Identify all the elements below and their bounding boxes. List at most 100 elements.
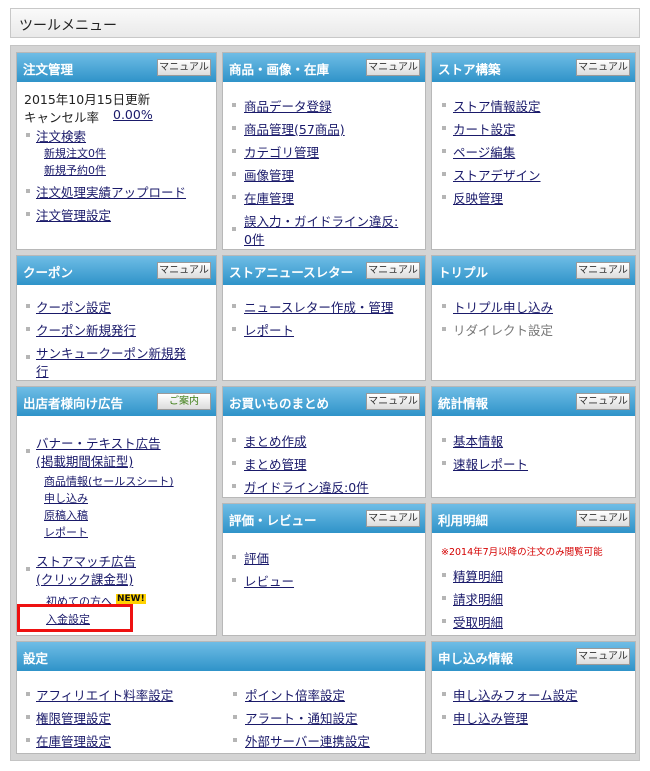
manual-button[interactable]: マニュアル: [576, 648, 630, 665]
product-link[interactable]: 商品データ登録: [244, 96, 332, 115]
bullet-icon: [232, 438, 236, 442]
manual-button[interactable]: マニュアル: [366, 393, 420, 410]
panel-title: 申し込み情報: [438, 651, 514, 666]
bullet-icon: [442, 573, 446, 577]
deposit-settings-link[interactable]: 入金設定: [46, 611, 90, 627]
redirect-settings-text: リダイレクト設定: [453, 323, 554, 338]
manual-button[interactable]: マニュアル: [157, 262, 211, 279]
usage-link[interactable]: 精算明細: [453, 566, 503, 585]
settings-link[interactable]: ポイント倍率設定: [245, 685, 345, 704]
panel-title: 利用明細: [438, 513, 489, 528]
panel-stats: 統計情報 マニュアル 基本情報 速報レポート: [431, 386, 636, 498]
bullet-icon: [442, 149, 446, 153]
store-link[interactable]: 反映管理: [453, 188, 503, 207]
bullet-icon: [26, 567, 30, 571]
product-link[interactable]: 在庫管理: [244, 188, 294, 207]
bullet-icon: [26, 738, 30, 742]
bullet-icon: [442, 327, 446, 331]
settings-link[interactable]: アラート・通知設定: [245, 708, 358, 727]
new-orders-link[interactable]: 新規注文0件: [44, 145, 106, 161]
coupon-settings-link[interactable]: クーポン設定: [36, 297, 111, 316]
product-link[interactable]: 商品管理(57商品): [244, 119, 345, 138]
manual-button[interactable]: マニュアル: [366, 510, 420, 527]
review-link[interactable]: レビュー: [244, 571, 294, 590]
matome-link[interactable]: まとめ作成: [244, 431, 307, 450]
bullet-icon: [232, 172, 236, 176]
usage-link[interactable]: 請求明細: [453, 589, 503, 608]
violation-link[interactable]: 誤入力・ガイドライン違反:: [244, 211, 398, 230]
order-settings-link[interactable]: 注文管理設定: [36, 205, 111, 224]
guide-button[interactable]: ご案内: [157, 393, 211, 410]
ads-sub-link[interactable]: 商品情報(セールスシート): [44, 473, 174, 489]
manual-button[interactable]: マニュアル: [576, 393, 630, 410]
panel-header: 利用明細 マニュアル: [432, 504, 635, 533]
matome-link[interactable]: ガイドライン違反:0件: [244, 477, 369, 496]
panel-header: ストアニュースレター マニュアル: [223, 256, 425, 285]
bullet-icon: [442, 126, 446, 130]
bullet-icon: [442, 619, 446, 623]
manual-button[interactable]: マニュアル: [576, 59, 630, 76]
panel-coupon: クーポン マニュアル クーポン設定 クーポン新規発行 サンキュークーポン新規発 …: [16, 255, 217, 381]
store-link[interactable]: ストア情報設定: [453, 96, 541, 115]
manual-button[interactable]: マニュアル: [366, 59, 420, 76]
banner-ad-link[interactable]: バナー・テキスト広告: [36, 433, 161, 452]
cancel-rate-link[interactable]: 0.00%: [113, 107, 153, 122]
application-link[interactable]: 申し込み管理: [453, 708, 528, 727]
bullet-icon: [26, 449, 30, 453]
new-reservations-link[interactable]: 新規予約0件: [44, 162, 106, 178]
triple-apply-link[interactable]: トリプル申し込み: [453, 297, 553, 316]
order-search-link[interactable]: 注文検索: [36, 126, 86, 145]
bullet-icon: [26, 133, 30, 137]
bullet-icon: [233, 738, 237, 742]
bullet-icon: [233, 715, 237, 719]
bullet-icon: [232, 327, 236, 331]
review-link[interactable]: 評価: [244, 548, 269, 567]
settings-link[interactable]: 権限管理設定: [36, 708, 111, 727]
thankyou-coupon-link[interactable]: サンキュークーポン新規発: [36, 343, 186, 362]
matome-link[interactable]: まとめ管理: [244, 454, 307, 473]
newsletter-link[interactable]: ニュースレター作成・管理: [244, 297, 393, 316]
manual-button[interactable]: マニュアル: [157, 59, 211, 76]
settings-link[interactable]: 外部サーバー連携設定: [245, 731, 370, 750]
product-link[interactable]: 画像管理: [244, 165, 294, 184]
coupon-issue-link[interactable]: クーポン新規発行: [36, 320, 136, 339]
order-upload-link[interactable]: 注文処理実績アップロード: [36, 182, 186, 201]
update-date: 2015年10月15日更新: [24, 92, 151, 107]
manual-button[interactable]: マニュアル: [576, 510, 630, 527]
store-link[interactable]: ページ編集: [453, 142, 515, 161]
bullet-icon: [26, 715, 30, 719]
panel-header: 商品・画像・在庫 マニュアル: [223, 53, 425, 82]
panel-header: 設定: [17, 642, 425, 671]
bullet-icon: [442, 103, 446, 107]
bullet-icon: [232, 227, 236, 231]
stats-link[interactable]: 速報レポート: [453, 454, 528, 473]
settings-link[interactable]: 在庫管理設定: [36, 731, 111, 750]
bullet-icon: [233, 692, 237, 696]
store-link[interactable]: カート設定: [453, 119, 516, 138]
bullet-icon: [442, 461, 446, 465]
bullet-icon: [26, 355, 30, 359]
store-match-link-cont[interactable]: (クリック課金型): [36, 569, 133, 588]
newsletter-report-link[interactable]: レポート: [244, 320, 294, 339]
ads-sub-link[interactable]: 原稿入稿: [44, 507, 88, 523]
manual-button[interactable]: マニュアル: [366, 262, 420, 279]
usage-link[interactable]: 受取明細: [453, 612, 503, 631]
application-link[interactable]: 申し込みフォーム設定: [453, 685, 578, 704]
ads-sub-link[interactable]: レポート: [44, 524, 88, 540]
thankyou-coupon-link-cont[interactable]: 行: [36, 361, 49, 380]
product-link[interactable]: カテゴリ管理: [244, 142, 319, 161]
panel-ads: 出店者様向け広告 ご案内 バナー・テキスト広告 (掲載期間保証型) 商品情報(セ…: [16, 386, 217, 636]
settings-link[interactable]: アフィリエイト料率設定: [36, 685, 173, 704]
ads-sub-link[interactable]: 申し込み: [44, 490, 88, 506]
bullet-icon: [232, 149, 236, 153]
panel-triple: トリプル マニュアル トリプル申し込み リダイレクト設定: [431, 255, 636, 381]
store-match-link[interactable]: ストアマッチ広告: [36, 551, 136, 570]
manual-button[interactable]: マニュアル: [576, 262, 630, 279]
cancel-rate-label: キャンセル率: [24, 110, 100, 125]
stats-link[interactable]: 基本情報: [453, 431, 503, 450]
banner-ad-link-cont[interactable]: (掲載期間保証型): [36, 451, 133, 470]
bullet-icon: [26, 304, 30, 308]
panel-title: ストアニュースレター: [229, 265, 354, 280]
violation-link-count[interactable]: 0件: [244, 229, 264, 248]
store-link[interactable]: ストアデザイン: [453, 165, 541, 184]
